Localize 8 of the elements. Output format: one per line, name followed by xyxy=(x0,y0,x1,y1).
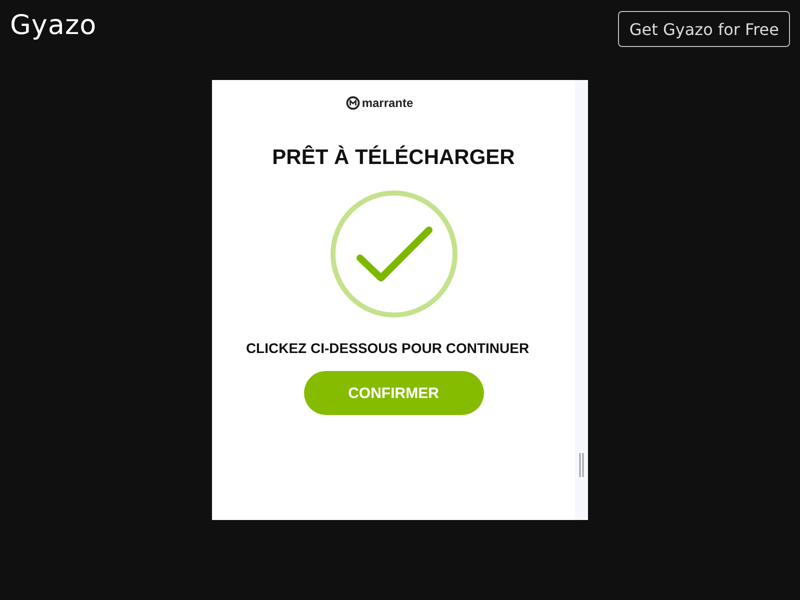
instruction-text: CLICKEZ CI-DESSOUS POUR CONTINUER xyxy=(246,340,530,356)
brand-logo-icon xyxy=(346,96,360,110)
brand-name: marrante xyxy=(362,96,414,110)
get-gyazo-button[interactable]: Get Gyazo for Free xyxy=(618,11,790,47)
checkmark-icon xyxy=(330,190,458,318)
resize-grip-icon xyxy=(579,453,584,477)
page-title: PRÊT À TÉLÉCHARGER xyxy=(272,146,515,170)
gyazo-logo: Gyazo xyxy=(10,11,97,41)
